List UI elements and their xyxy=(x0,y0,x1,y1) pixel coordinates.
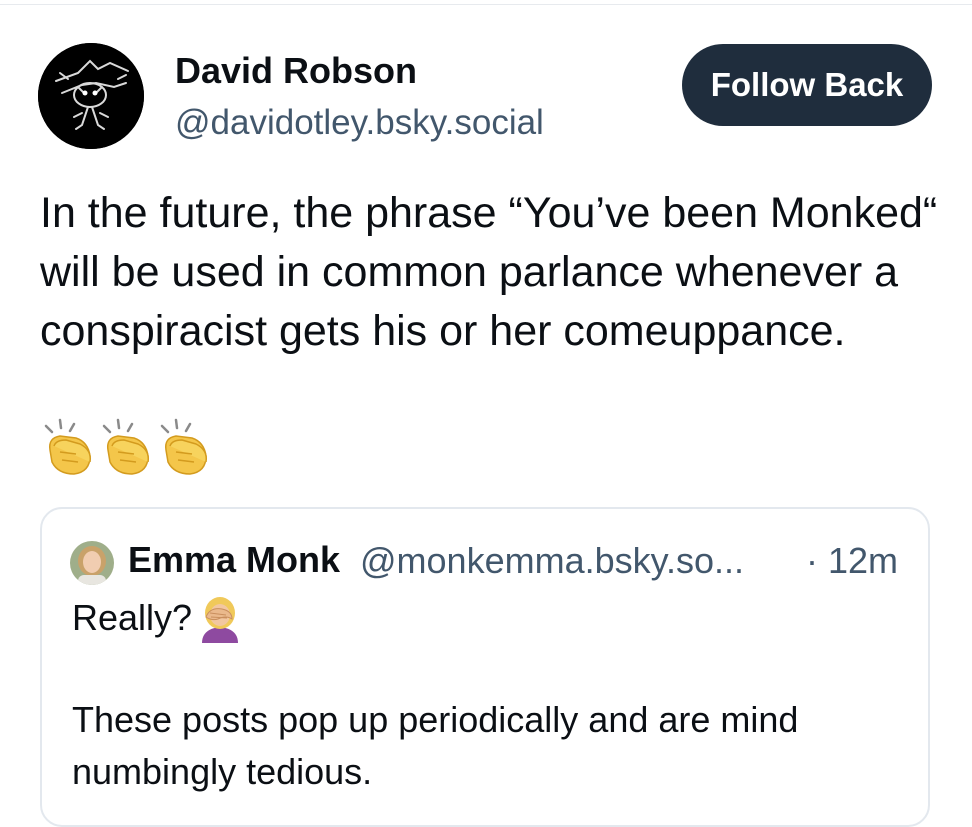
quote-author-handle[interactable]: @monkemma.bsky.so... xyxy=(360,540,744,582)
quote-first-line-text: Really? xyxy=(72,597,193,638)
clapping-hands-icon xyxy=(160,418,208,475)
clapping-hands-icon xyxy=(102,418,150,475)
author-avatar[interactable] xyxy=(38,43,144,149)
person-avatar-icon xyxy=(70,541,114,585)
quote-author-name[interactable]: Emma Monk xyxy=(128,539,340,581)
author-handle[interactable]: @davidotley.bsky.social xyxy=(175,103,544,143)
clapping-hands-icon xyxy=(44,418,92,475)
facepalm-icon xyxy=(202,597,239,643)
emoji-row xyxy=(40,416,214,480)
follow-back-button[interactable]: Follow Back xyxy=(682,44,932,126)
author-name[interactable]: David Robson xyxy=(175,50,417,92)
quote-timestamp: · 12m xyxy=(806,540,899,581)
quote-body-text: These posts pop up periodically and are … xyxy=(72,699,799,792)
quoted-post-card[interactable]: Emma Monk @monkemma.bsky.so... · 12m Rea… xyxy=(40,507,930,827)
post-text: In the future, the phrase “You’ve been M… xyxy=(40,189,938,355)
post: David Robson @davidotley.bsky.social Fol… xyxy=(0,0,972,827)
bird-avatar-icon xyxy=(38,43,144,149)
quote-first-line: Really? xyxy=(72,593,244,643)
quote-author-avatar[interactable] xyxy=(70,541,114,585)
